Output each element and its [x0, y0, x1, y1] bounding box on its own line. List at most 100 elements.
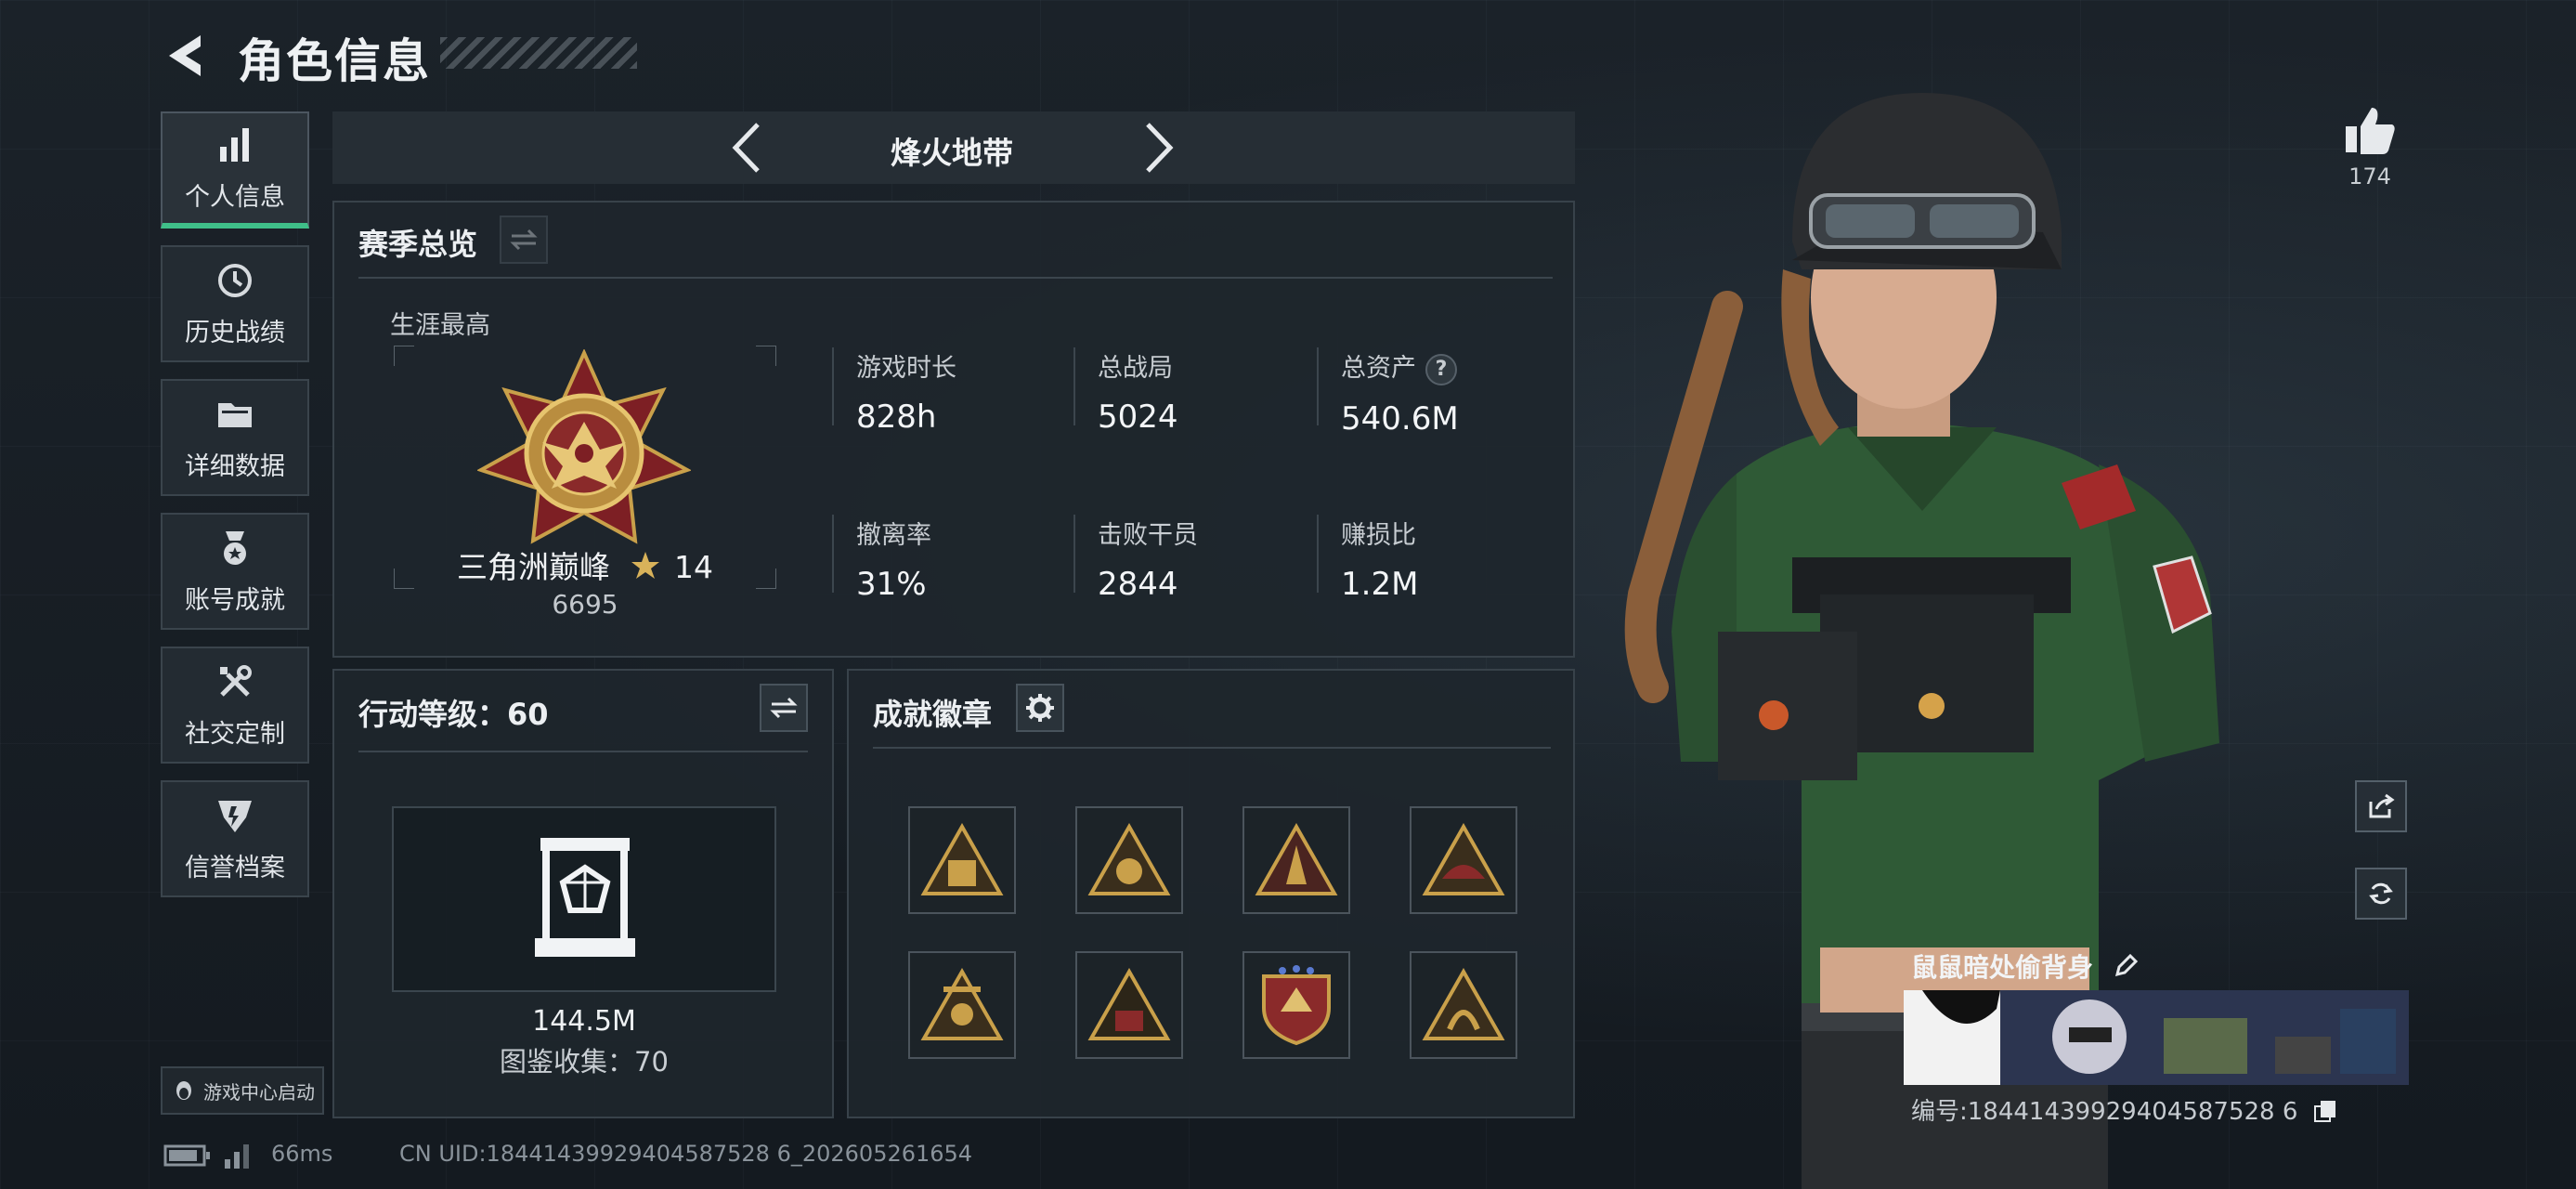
launch-label: 游戏中心启动: [203, 1080, 315, 1104]
badge-slot[interactable]: [1410, 806, 1517, 914]
background-card[interactable]: [1904, 990, 2409, 1085]
share-icon: [2369, 793, 2395, 818]
chevron-left-icon[interactable]: [724, 119, 771, 176]
stat-value: 2844: [1098, 566, 1178, 603]
page-title: 角色信息: [238, 34, 431, 88]
triangle-badge-icon: [1087, 968, 1171, 1040]
battery-icon: [163, 1144, 210, 1167]
stat-label-text: 总资产: [1341, 354, 1416, 383]
like-button[interactable]: 174: [2333, 104, 2407, 189]
penguin-icon: [176, 1081, 191, 1100]
background-name: 鼠鼠暗处偷背身: [1911, 947, 2140, 985]
stat-extraction-rate: 撤离率 31%: [856, 515, 1088, 603]
level-swap-button[interactable]: [760, 684, 808, 732]
gear-icon: [1026, 694, 1054, 722]
stat-total-assets: 总资产? 540.6M: [1341, 347, 1573, 438]
stat-label: 总资产?: [1341, 347, 1573, 385]
refresh-icon: [2369, 882, 2393, 905]
season-swap-button[interactable]: [500, 216, 548, 264]
thumbs-up-icon: [2346, 108, 2395, 154]
refresh-button[interactable]: [2355, 868, 2407, 920]
sidebar-item-label: 账号成就: [185, 585, 285, 615]
game-center-launch-button[interactable]: 游戏中心启动: [161, 1066, 324, 1115]
sidebar-item-label: 详细数据: [185, 451, 285, 481]
stat-separator: [1317, 347, 1319, 425]
swap-icon: [510, 229, 538, 251]
swap-icon: [770, 697, 798, 719]
folder-icon: [218, 402, 252, 427]
season-divider: [358, 277, 1553, 279]
badge-slot[interactable]: [908, 951, 1016, 1059]
season-overview-title: 赛季总览: [358, 227, 478, 262]
stat-value: 828h: [856, 399, 937, 436]
badge-slot[interactable]: [1075, 951, 1183, 1059]
sidebar-item-social-custom[interactable]: 社交定制: [161, 647, 309, 764]
signal-icon: [225, 1144, 249, 1169]
stat-separator: [1317, 515, 1319, 593]
triangle-badge-icon: [1255, 823, 1338, 895]
sidebar-item-personal-info[interactable]: 个人信息: [161, 111, 309, 229]
back-arrow-icon[interactable]: [160, 28, 215, 84]
sidebar-item-achievements[interactable]: 账号成就: [161, 513, 309, 630]
sidebar-nav: 个人信息 历史战绩 详细数据 账号成就 社交定制 信誉档案: [161, 111, 313, 914]
stat-label: 撤离率: [856, 521, 931, 550]
stat-value: 5024: [1098, 399, 1178, 436]
triangle-badge-icon: [1087, 823, 1171, 895]
collection-showcase-icon: [535, 838, 635, 957]
stat-separator: [832, 347, 834, 425]
rank-name: 三角洲巅峰 14: [390, 542, 780, 587]
sidebar-item-credit[interactable]: 信誉档案: [161, 780, 309, 897]
bar-chart-icon: [220, 127, 249, 162]
badge-slot[interactable]: [908, 806, 1016, 914]
badge-slot[interactable]: [1410, 951, 1517, 1059]
stat-separator: [1073, 347, 1075, 425]
badge-settings-button[interactable]: [1016, 684, 1064, 732]
sidebar-item-history[interactable]: 历史战绩: [161, 245, 309, 362]
edit-pencil-icon[interactable]: [2112, 952, 2140, 980]
serial-number-text: 编号:18441439929404587528 6: [1911, 1098, 2298, 1126]
stat-label: 游戏时长: [856, 354, 956, 383]
triangle-badge-icon: [1422, 823, 1505, 895]
share-button[interactable]: [2355, 780, 2407, 832]
serial-number: 编号:18441439929404587528 6: [1911, 1092, 2337, 1127]
sidebar-item-label: 个人信息: [185, 182, 285, 212]
credit-shield-icon: [218, 800, 252, 832]
background-name-text: 鼠鼠暗处偷背身: [1911, 952, 2094, 983]
triangle-badge-icon: [920, 968, 1004, 1040]
stat-value: 540.6M: [1341, 399, 1459, 438]
stat-label: 赚损比: [1341, 521, 1416, 550]
sidebar-item-detailed-data[interactable]: 详细数据: [161, 379, 309, 496]
level-divider: [358, 751, 808, 752]
sidebar-item-label: 历史战绩: [185, 318, 285, 347]
shield-badge-icon: [1262, 965, 1331, 1046]
rank-emblem-icon: [477, 349, 691, 544]
latency-text: 66ms: [271, 1141, 333, 1167]
badge-slot[interactable]: [1075, 806, 1183, 914]
background-card-art: [1904, 990, 2409, 1085]
copy-icon[interactable]: [2313, 1099, 2337, 1123]
action-level-title: 行动等级：60: [358, 697, 549, 732]
mode-label: 烽火地带: [891, 135, 1013, 171]
sidebar-item-label: 信誉档案: [185, 853, 285, 882]
chevron-right-icon[interactable]: [1135, 119, 1181, 176]
stat-label: 击败干员: [1098, 521, 1198, 550]
help-icon[interactable]: ?: [1425, 353, 1457, 385]
sidebar-item-label: 社交定制: [185, 719, 285, 749]
stat-value: 1.2M: [1341, 566, 1419, 603]
history-clock-icon: [218, 263, 252, 297]
like-count: 174: [2348, 163, 2391, 189]
collection-count: 图鉴收集：70: [500, 1046, 669, 1078]
stat-operators-defeated: 击败干员 2844: [1098, 515, 1330, 603]
triangle-badge-icon: [1422, 968, 1505, 1040]
stat-play-time: 游戏时长 828h: [856, 347, 1088, 436]
collection-value: 144.5M: [532, 1005, 636, 1038]
uid-text: CN UID:18441439929404587528 6_2026052616…: [399, 1141, 973, 1167]
career-best-label: 生涯最高: [390, 311, 490, 340]
stat-separator: [1073, 515, 1075, 593]
stat-value: 31%: [856, 566, 927, 603]
badge-slot[interactable]: [1242, 951, 1350, 1059]
medal-icon: [224, 530, 246, 565]
stat-separator: [832, 515, 834, 593]
badge-slot[interactable]: [1242, 806, 1350, 914]
stat-label: 总战局: [1098, 354, 1173, 383]
